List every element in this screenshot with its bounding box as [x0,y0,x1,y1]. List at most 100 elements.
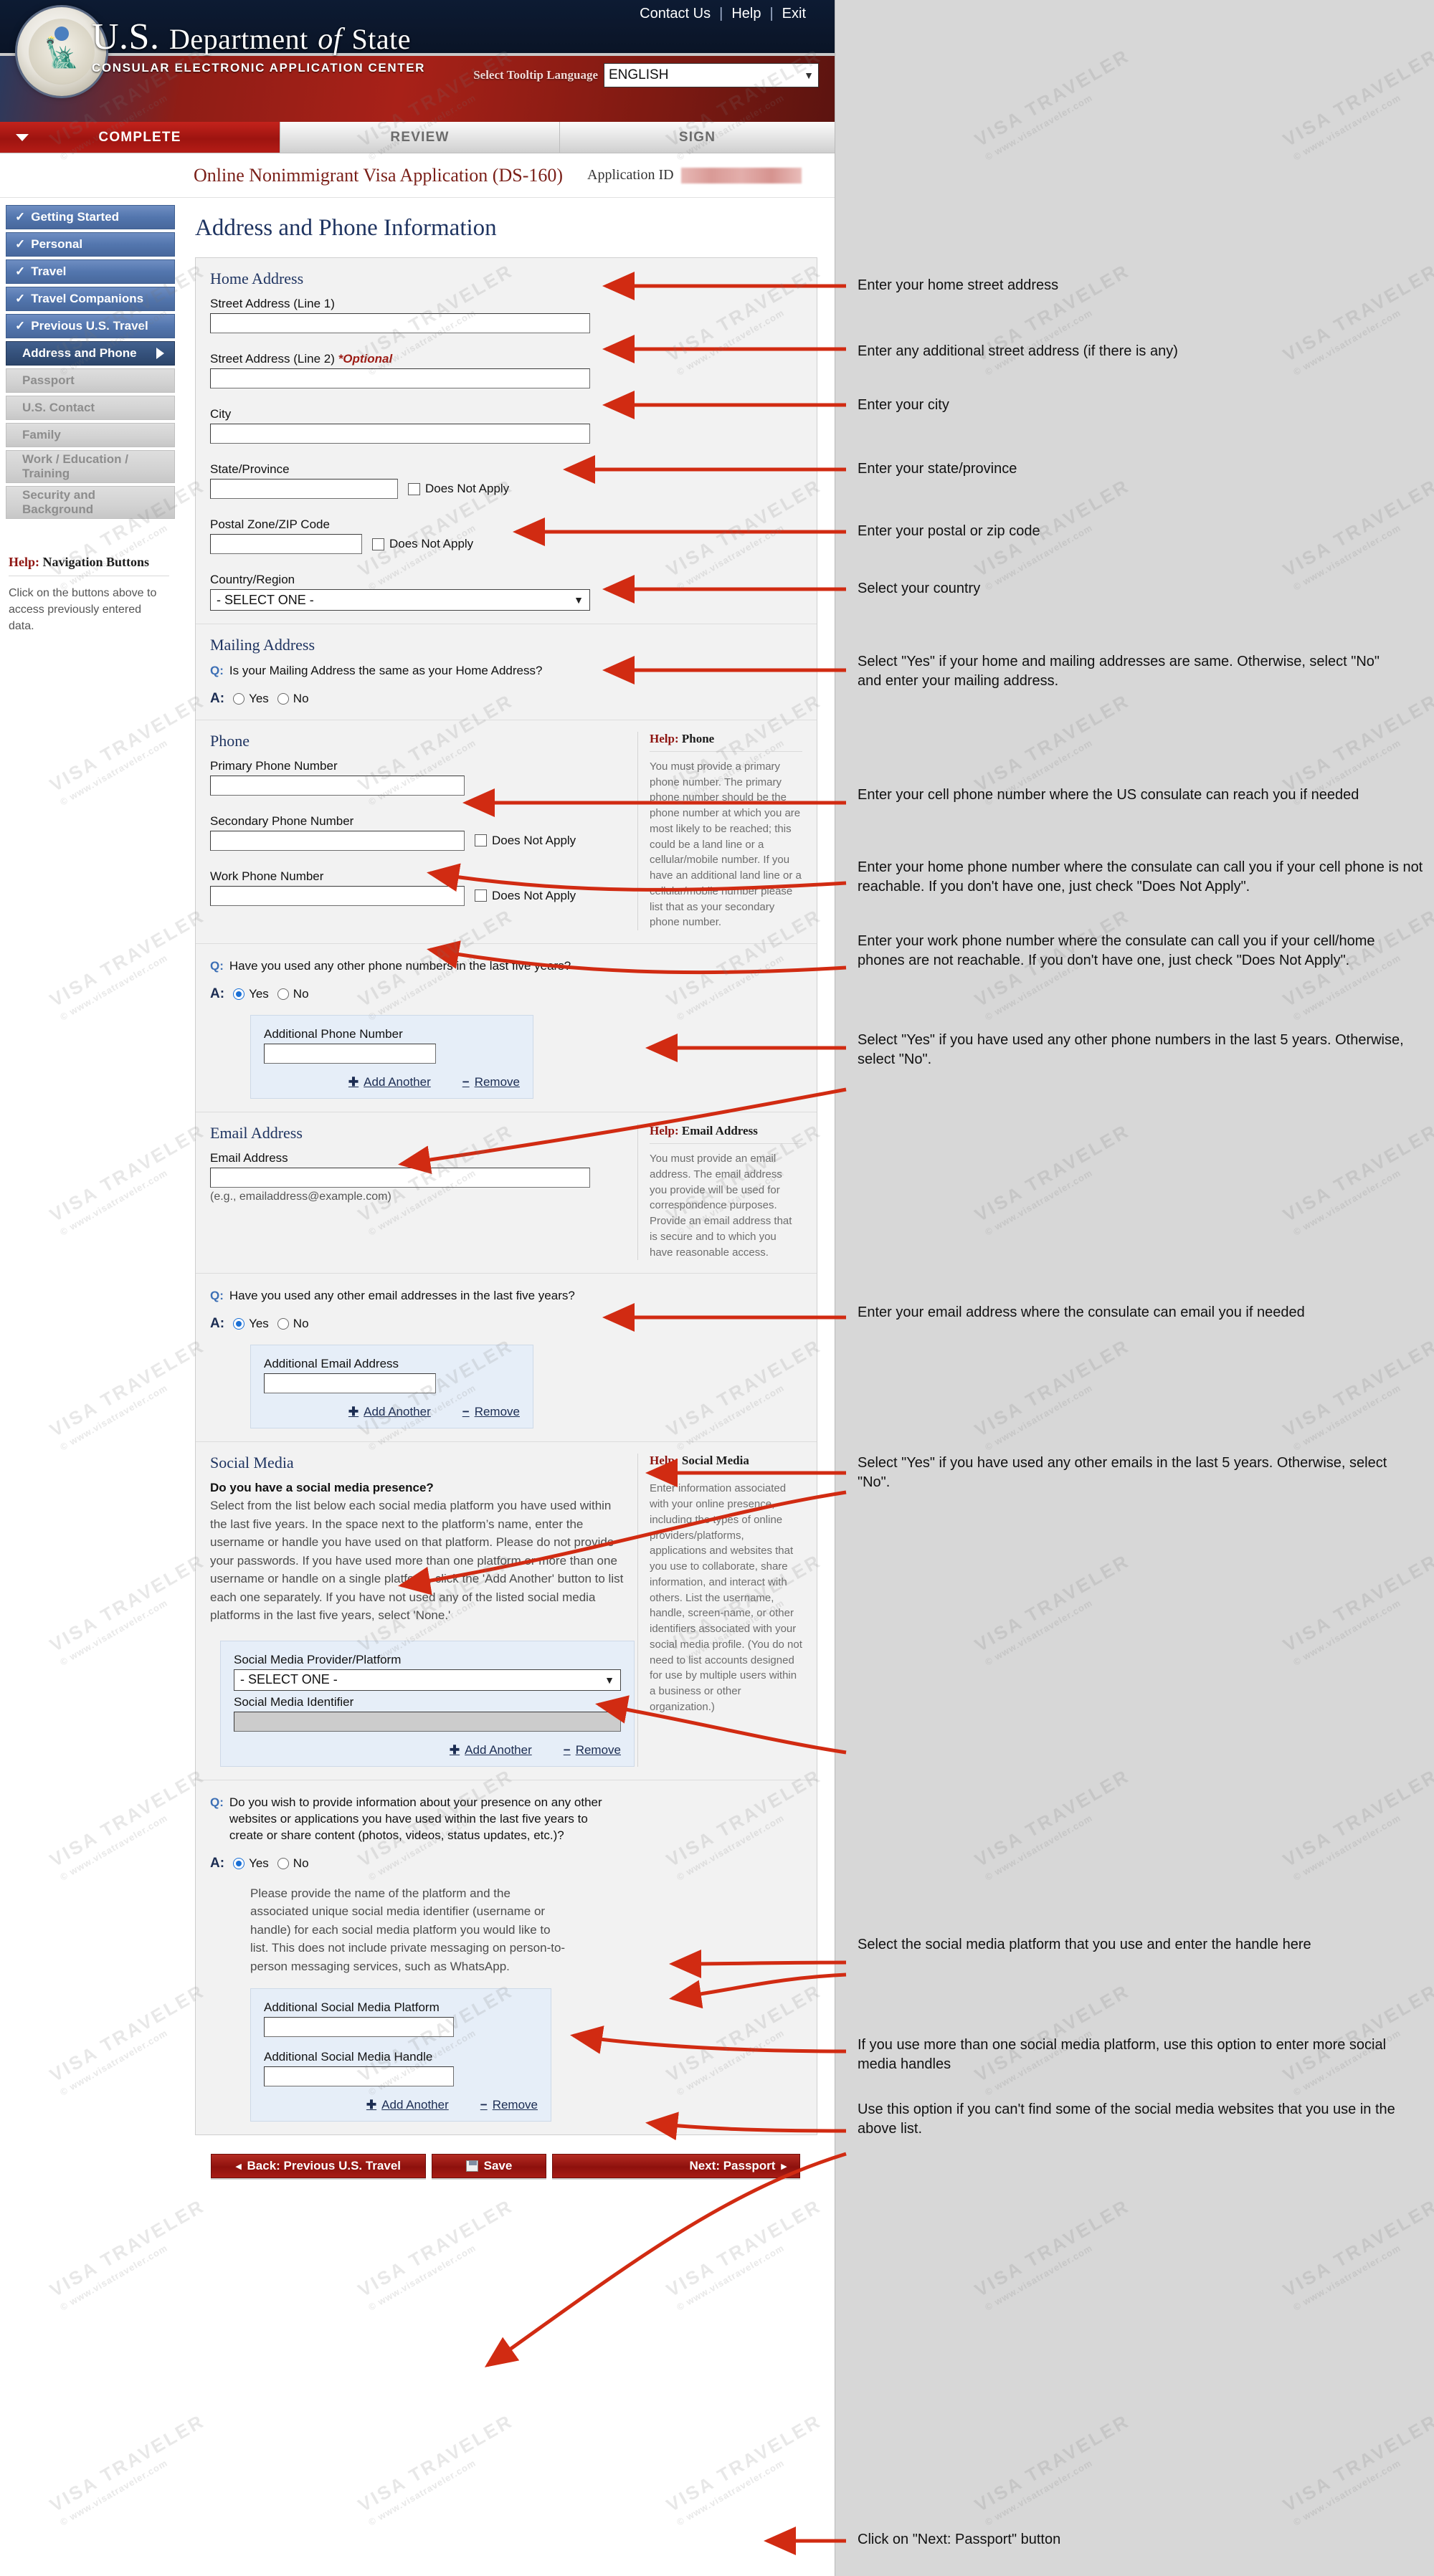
phone-help-title-text: Phone [681,731,715,745]
country-select[interactable]: - SELECT ONE - ▼ [210,589,590,611]
secondary-phone-input[interactable] [210,830,465,851]
sidebar-item-travel[interactable]: ✓ Travel [6,259,175,284]
primary-phone-input[interactable] [210,775,465,796]
site-title-of: of [318,23,342,56]
social-media-help-title-text: Social Media [681,1454,749,1468]
step-review[interactable]: REVIEW [280,122,559,153]
social-media-presence-question: Do you have a social media presence? [210,1481,434,1495]
radio-icon [277,1318,289,1330]
other-phone-no-label: No [293,987,309,1001]
sidebar-item-security-and-background[interactable]: Security and Background [6,486,175,519]
email-title: Email Address [210,1124,303,1142]
social-media-entry-group: Social Media Provider/Platform - SELECT … [220,1640,635,1767]
other-websites-no-radio[interactable]: No [277,1856,309,1871]
remove-social-media-link[interactable]: − Remove [564,1743,621,1757]
additional-platform-input[interactable] [264,2017,454,2038]
step-sign[interactable]: SIGN [559,122,835,153]
add-another-phone-label: Add Another [364,1075,431,1089]
other-emails-no-radio[interactable]: No [277,1317,309,1331]
postal-does-not-apply-checkbox[interactable]: Does Not Apply [372,537,473,551]
add-another-email-link[interactable]: ✚ Add Another [348,1405,431,1419]
street2-input[interactable] [210,368,590,388]
sidebar-item-label: Passport [22,373,75,387]
step-complete[interactable]: COMPLETE [0,122,280,153]
other-phone-answer-row: A: Yes No [210,986,802,1002]
state-does-not-apply-checkbox[interactable]: Does Not Apply [408,482,509,496]
postal-input[interactable] [210,534,362,554]
mailing-address-section: Mailing Address Q: Is your Mailing Addre… [196,624,817,720]
work-phone-input[interactable] [210,885,465,906]
secondary-phone-does-not-apply-checkbox[interactable]: Does Not Apply [475,834,576,848]
street2-optional-flag: *Optional [338,352,393,366]
social-media-provider-select[interactable]: - SELECT ONE - ▼ [234,1669,621,1691]
add-another-phone-link[interactable]: ✚ Add Another [348,1075,431,1089]
street2-label: Street Address (Line 2) *Optional [210,352,802,366]
remove-phone-link[interactable]: − Remove [462,1075,520,1089]
progress-step-bar: COMPLETE REVIEW SIGN [0,122,835,153]
other-phone-no-radio[interactable]: No [277,987,309,1001]
sidebar-item-label: Family [22,428,61,442]
additional-handle-input[interactable] [264,2066,454,2087]
social-media-identifier-input[interactable] [234,1711,621,1732]
tooltip-language-control: Select Tooltip Language ENGLISH ▼ [473,63,819,87]
sidebar-item-label: Travel Companions [31,292,144,305]
mailing-address-yes-radio[interactable]: Yes [233,692,269,706]
additional-email-input[interactable] [264,1373,436,1394]
sidebar-item-passport[interactable]: Passport [6,368,175,393]
phone-help-title-prefix: Help: [650,731,679,745]
save-button[interactable]: Save [432,2154,546,2179]
chevron-down-icon: ▼ [604,1674,614,1686]
right-arrow-icon: ▸ [781,2160,787,2173]
sidebar-item-getting-started[interactable]: ✓ Getting Started [6,205,175,229]
next-button[interactable]: Next: Passport ▸ [552,2154,800,2179]
city-input[interactable] [210,424,590,444]
sidebar-item-us-contact[interactable]: U.S. Contact [6,396,175,420]
work-phone-does-not-apply-checkbox[interactable]: Does Not Apply [475,889,576,903]
sidebar-item-previous-us-travel[interactable]: ✓ Previous U.S. Travel [6,314,175,338]
state-does-not-apply-label: Does Not Apply [425,482,510,495]
other-phone-yes-radio[interactable]: Yes [233,987,269,1001]
sidebar-item-address-and-phone[interactable]: Address and Phone [6,341,175,366]
sidebar-item-personal[interactable]: ✓ Personal [6,232,175,257]
sidebar-item-travel-companions[interactable]: ✓ Travel Companions [6,287,175,311]
add-another-platform-link[interactable]: ✚ Add Another [366,2098,449,2112]
street2-label-text: Street Address (Line 2) [210,352,335,366]
other-phone-numbers-section: Q: Have you used any other phone numbers… [196,944,817,1113]
annotation-next-button: Click on "Next: Passport" button [858,2532,1061,2547]
remove-email-link[interactable]: − Remove [462,1405,520,1419]
site-title: U.S. Department of State [92,16,425,58]
sidebar-item-work-education-training[interactable]: Work / Education / Training [6,450,175,483]
additional-phone-input[interactable] [264,1044,436,1064]
contact-us-link[interactable]: Contact Us [631,6,719,22]
state-label: State/Province [210,462,290,476]
add-another-social-media-link[interactable]: ✚ Add Another [450,1743,532,1757]
email-input[interactable] [210,1168,590,1188]
help-link[interactable]: Help [723,6,769,22]
remove-platform-link[interactable]: − Remove [480,2098,538,2112]
sidebar-help-title-prefix: Help: [9,555,39,569]
application-id-redacted-value [680,167,802,183]
check-icon: ✓ [15,237,26,251]
plus-icon: ✚ [348,1405,359,1419]
street1-input[interactable] [210,313,590,333]
checkbox-icon [372,538,384,550]
state-input[interactable] [210,479,398,499]
tooltip-language-select[interactable]: ENGLISH ▼ [604,63,819,87]
other-websites-yes-radio[interactable]: Yes [233,1856,269,1871]
additional-phone-group: Additional Phone Number ✚ Add Another − … [250,1015,533,1099]
question-marker: Q: [210,1795,224,1809]
back-button[interactable]: ◂ Back: Previous U.S. Travel [211,2154,426,2179]
state-row: Does Not Apply [210,479,802,499]
tooltip-language-label: Select Tooltip Language [473,68,598,82]
mailing-address-no-radio[interactable]: No [277,692,309,706]
social-media-help-title: Help: Social Media [650,1454,802,1474]
sidebar-item-family[interactable]: Family [6,423,175,447]
annotation-city: Enter your city [858,397,949,413]
chevron-right-icon [156,348,164,359]
state-field-group: State/Province Does Not Apply [210,462,802,499]
application-window: 🗽 U.S. Department of State CONSULAR ELEC… [0,0,835,2576]
exit-link[interactable]: Exit [774,6,815,22]
checkbox-icon [475,834,487,847]
other-emails-yes-radio[interactable]: Yes [233,1317,269,1331]
additional-phone-actions: ✚ Add Another − Remove [264,1075,520,1089]
